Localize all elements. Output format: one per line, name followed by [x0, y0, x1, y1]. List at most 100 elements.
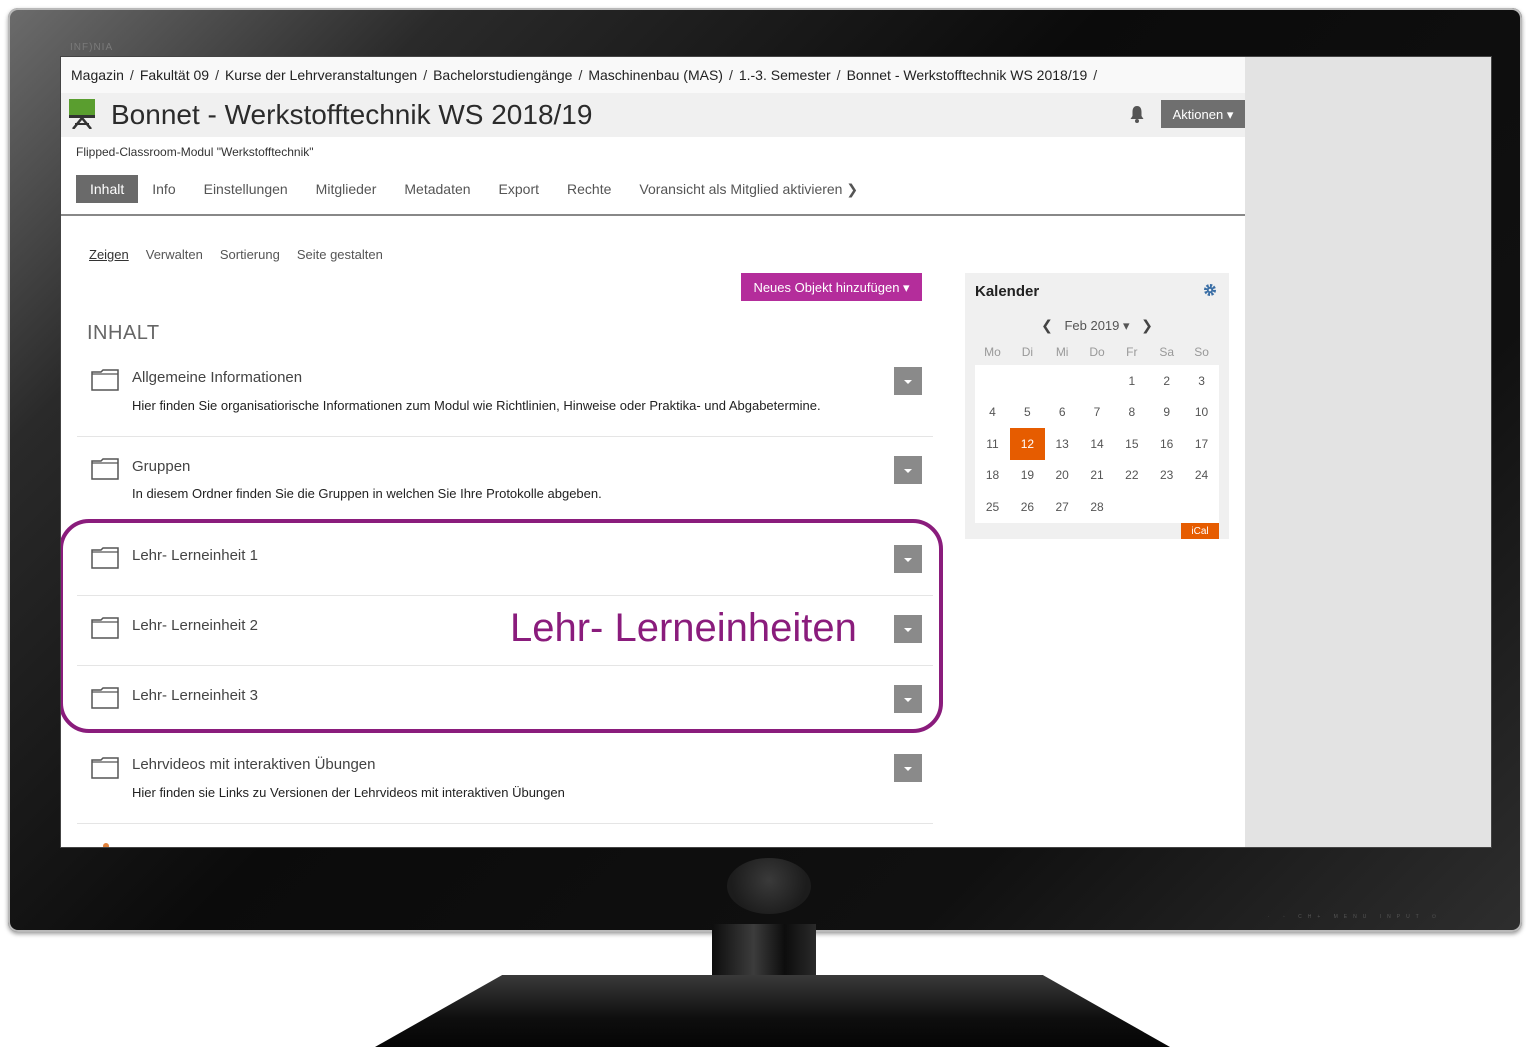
add-object-button[interactable]: Neues Objekt hinzufügen ▾: [741, 273, 922, 301]
calendar-day[interactable]: 9: [1149, 396, 1185, 428]
item-title[interactable]: Gruppen: [132, 458, 190, 475]
subtab-seite-gestalten[interactable]: Seite gestalten: [297, 247, 383, 262]
breadcrumb-separator: /: [578, 67, 583, 83]
prev-month-icon[interactable]: ❮: [1041, 317, 1053, 333]
calendar-day[interactable]: 15: [1114, 428, 1150, 460]
bell-icon[interactable]: [1129, 105, 1145, 123]
calendar-day[interactable]: 21: [1079, 459, 1115, 491]
calendar-day[interactable]: 23: [1149, 459, 1185, 491]
breadcrumb-item[interactable]: Bachelorstudiengänge: [433, 67, 572, 83]
folder-icon: [91, 458, 119, 480]
calendar-day[interactable]: 4: [975, 396, 1010, 428]
item-actions-dropdown[interactable]: [894, 367, 922, 395]
section-heading: INHALT: [87, 322, 160, 344]
subtab-zeigen[interactable]: Zeigen: [89, 247, 129, 262]
calendar-day[interactable]: 6: [1044, 396, 1080, 428]
breadcrumb-separator: /: [423, 67, 428, 83]
item-actions-dropdown[interactable]: [894, 545, 922, 573]
breadcrumb-item[interactable]: Magazin: [71, 67, 124, 83]
tab-rechte[interactable]: Rechte: [553, 175, 625, 203]
list-item[interactable]: Lehr- Lerneinheit 3: [77, 681, 933, 751]
calendar-day[interactable]: 22: [1114, 459, 1150, 491]
calendar-day[interactable]: 14: [1079, 428, 1115, 460]
list-item[interactable]: Lehr- Lerneinheit 1: [77, 541, 933, 611]
calendar-day-today[interactable]: 12: [1009, 428, 1045, 460]
item-actions-dropdown[interactable]: [894, 754, 922, 782]
item-title[interactable]: Lehr- Lerneinheit 3: [132, 687, 258, 704]
weekday-header: Mo: [984, 345, 1001, 359]
actions-button[interactable]: Aktionen ▾: [1161, 100, 1245, 128]
calendar-day[interactable]: 16: [1149, 428, 1185, 460]
calendar-title: Kalender: [975, 283, 1040, 300]
page-right-gutter: [1245, 57, 1491, 847]
calendar-empty-cell: [975, 365, 1010, 397]
calendar-day[interactable]: 8: [1114, 396, 1150, 428]
calendar-day[interactable]: 24: [1184, 459, 1219, 491]
calendar-day[interactable]: 13: [1044, 428, 1080, 460]
list-item[interactable]: Lehrvideos mit interaktiven Übungen Hier…: [77, 751, 933, 826]
breadcrumb-item[interactable]: Kurse der Lehrveranstaltungen: [225, 67, 417, 83]
breadcrumb: Magazin / Fakultät 09 / Kurse der Lehrverans…: [71, 67, 1103, 83]
next-month-icon[interactable]: ❯: [1141, 317, 1153, 333]
tab-inhalt[interactable]: Inhalt: [76, 175, 139, 203]
month-selector[interactable]: Feb 2019 ▾: [1064, 318, 1129, 333]
calendar-day[interactable]: 3: [1184, 365, 1219, 397]
tab-mitglieder[interactable]: Mitglieder: [302, 175, 391, 203]
calendar-day[interactable]: 18: [975, 459, 1010, 491]
calendar-day[interactable]: 19: [1009, 459, 1045, 491]
calendar-day[interactable]: 7: [1079, 396, 1115, 428]
calendar-day[interactable]: 27: [1044, 491, 1080, 523]
list-item[interactable]: Gruppen In diesem Ordner finden Sie die …: [77, 453, 933, 528]
calendar-day[interactable]: 20: [1044, 459, 1080, 491]
tab-metadaten[interactable]: Metadaten: [390, 175, 484, 203]
calendar-day[interactable]: 11: [975, 428, 1010, 460]
calendar-empty-cell: [1149, 491, 1185, 523]
calendar-day[interactable]: 17: [1184, 428, 1219, 460]
tab-einstellungen[interactable]: Einstellungen: [190, 175, 302, 203]
ical-button[interactable]: iCal: [1181, 523, 1219, 539]
folder-icon: [91, 757, 119, 779]
item-title[interactable]: Lehrvideos mit interaktiven Übungen: [132, 756, 375, 773]
calendar-day[interactable]: 28: [1079, 491, 1115, 523]
item-title[interactable]: Lehr- Lerneinheit 1: [132, 547, 258, 564]
calendar-day[interactable]: 2: [1149, 365, 1185, 397]
gear-icon[interactable]: [1203, 283, 1217, 297]
page-title: Bonnet - Werkstofftechnik WS 2018/19: [111, 99, 593, 130]
monitor-webcam: [727, 858, 811, 914]
tab-info[interactable]: Info: [138, 175, 189, 203]
item-description: Hier finden Sie organisatiorische Inform…: [132, 398, 821, 413]
item-actions-dropdown[interactable]: [894, 685, 922, 713]
breadcrumb-item[interactable]: Maschinenbau (MAS): [588, 67, 723, 83]
next-item-icon-partial: [103, 843, 109, 847]
subtab-verwalten[interactable]: Verwalten: [146, 247, 203, 262]
breadcrumb-item[interactable]: 1.-3. Semester: [739, 67, 831, 83]
item-actions-dropdown[interactable]: [894, 615, 922, 643]
calendar-day[interactable]: 25: [975, 491, 1010, 523]
item-title[interactable]: Lehr- Lerneinheit 2: [132, 617, 258, 634]
weekday-header: So: [1194, 345, 1209, 359]
item-description: Hier finden sie Links zu Versionen der L…: [132, 785, 565, 800]
subtab-bar: Zeigen Verwalten Sortierung Seite gestal…: [89, 247, 383, 262]
calendar-grid: Mo Di Mi Do Fr Sa So 1 2 3 4 5 6 7 8 9 10 11 12 13 14 15 16 17 1…: [975, 339, 1219, 523]
breadcrumb-item[interactable]: Bonnet - Werkstofftechnik WS 2018/19: [847, 67, 1088, 83]
highlight-label: Lehr- Lerneinheiten: [510, 606, 857, 650]
item-title[interactable]: Allgemeine Informationen: [132, 369, 302, 386]
breadcrumb-separator: /: [215, 67, 219, 83]
tab-voransicht[interactable]: Voransicht als Mitglied aktivieren ❯: [625, 175, 872, 204]
item-actions-dropdown[interactable]: [894, 456, 922, 484]
calendar-day[interactable]: 10: [1184, 396, 1219, 428]
tab-export[interactable]: Export: [485, 175, 553, 203]
list-item[interactable]: Allgemeine Informationen Hier finden Sie…: [77, 363, 933, 438]
subtab-sortierung[interactable]: Sortierung: [220, 247, 280, 262]
breadcrumb-separator: /: [1093, 67, 1098, 83]
breadcrumb-item[interactable]: Fakultät 09: [140, 67, 209, 83]
calendar-empty-cell: [1079, 365, 1115, 397]
calendar-day[interactable]: 1: [1114, 365, 1150, 397]
weekday-header: Do: [1089, 345, 1105, 359]
folder-icon: [91, 547, 119, 569]
screen: Magazin / Fakultät 09 / Kurse der Lehrverans…: [60, 56, 1492, 848]
calendar-day[interactable]: 26: [1009, 491, 1045, 523]
page-subtitle: Flipped-Classroom-Modul "Werkstofftechni…: [76, 145, 314, 159]
tab-bar: Inhalt Info Einstellungen Mitglieder Met…: [76, 174, 872, 204]
calendar-day[interactable]: 5: [1009, 396, 1045, 428]
